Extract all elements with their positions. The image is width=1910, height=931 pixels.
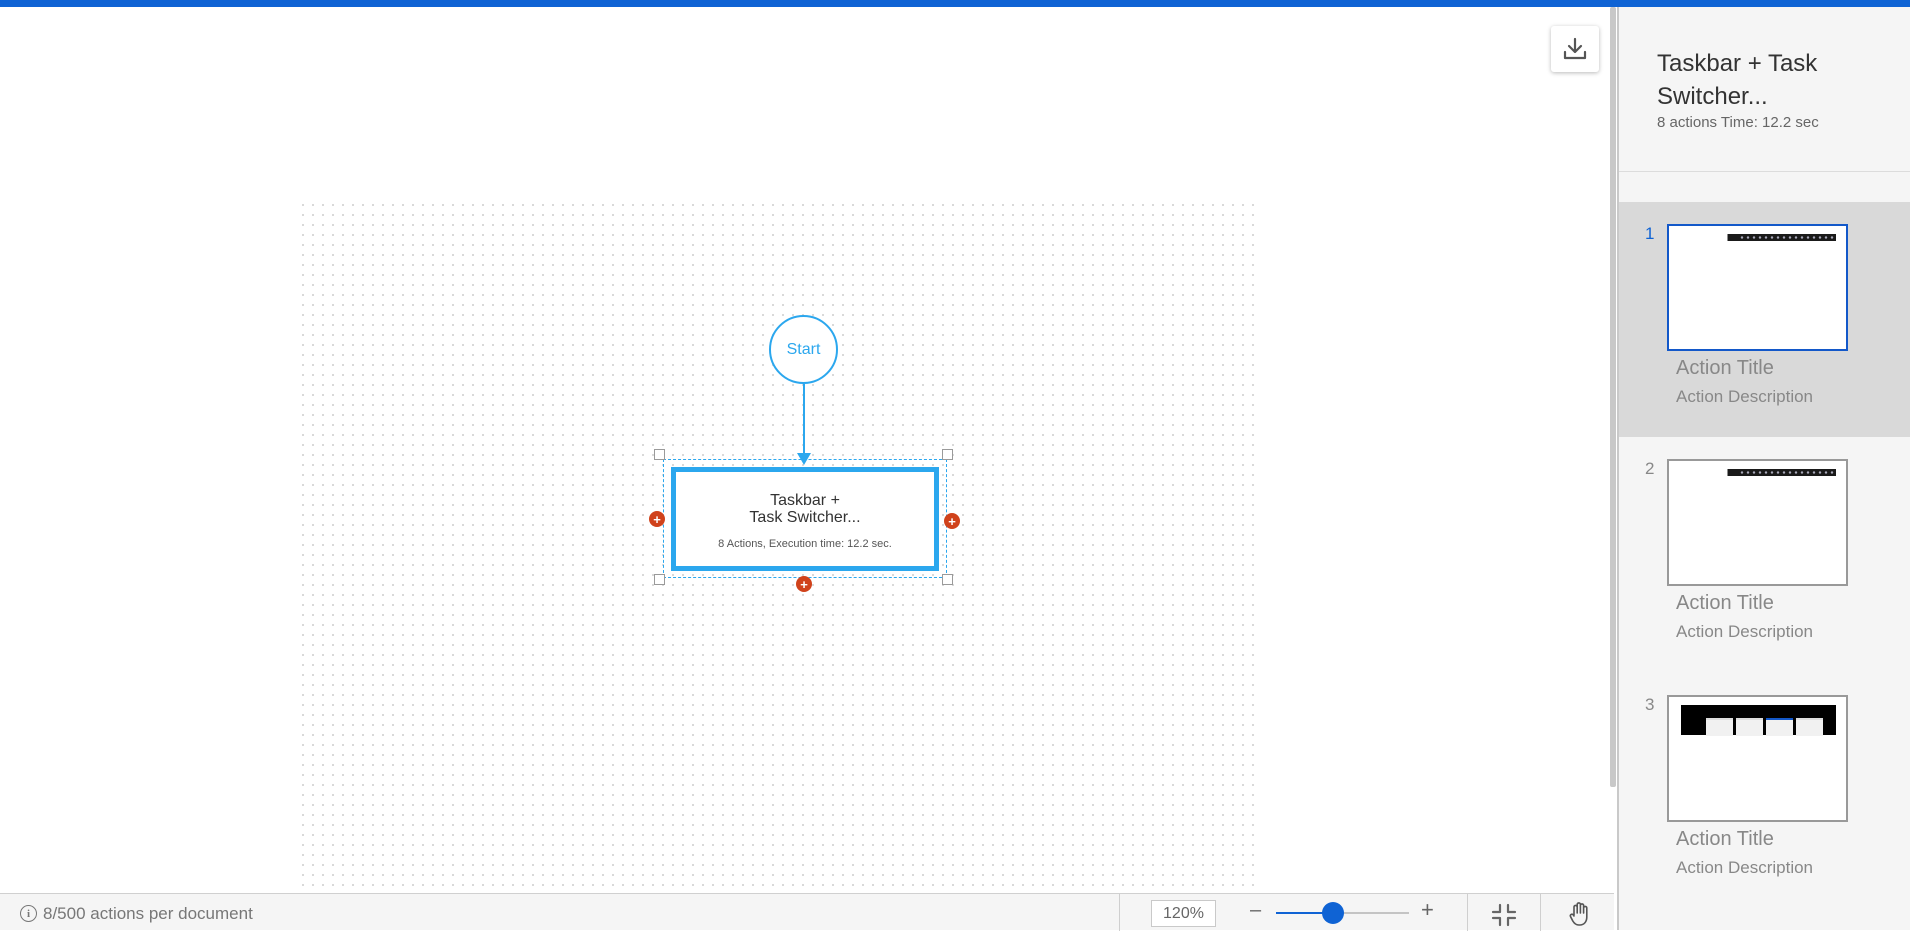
info-icon: i — [20, 905, 37, 922]
thumbnail-task-switcher — [1681, 705, 1836, 736]
action-step[interactable]: 1 Action Title Action Description — [1619, 202, 1910, 437]
status-bar: i 8/500 actions per document 120% – + — [0, 893, 1614, 931]
action-node-title: Taskbar + Task Switcher... — [749, 492, 861, 526]
step-title: Action Title — [1676, 828, 1774, 850]
step-thumbnail — [1667, 459, 1848, 586]
zoom-input[interactable]: 120% — [1151, 900, 1216, 927]
document-title: Taskbar + Task Switcher... — [1657, 50, 1818, 110]
resize-handle-top-left[interactable] — [654, 449, 665, 460]
thumbnail-window — [1706, 718, 1733, 736]
action-node-subtitle: 8 Actions, Execution time: 12.2 sec. — [718, 538, 892, 550]
download-button[interactable] — [1551, 26, 1599, 72]
actions-count: 8/500 actions per document — [43, 904, 253, 923]
canvas-scrollbar[interactable] — [1610, 7, 1616, 787]
resize-handle-top-right[interactable] — [942, 449, 953, 460]
thumbnail-window — [1766, 718, 1793, 736]
action-node[interactable]: Taskbar + Task Switcher... 8 Actions, Ex… — [671, 467, 939, 571]
step-title: Action Title — [1676, 592, 1774, 614]
zoom-out-button[interactable]: – — [1250, 899, 1261, 922]
zoom-in-button[interactable]: + — [1421, 897, 1434, 923]
step-description: Action Description — [1676, 622, 1814, 641]
divider — [1119, 894, 1120, 931]
actions-panel: Taskbar + Task Switcher... 8 actions Tim… — [1619, 7, 1910, 930]
start-label: Start — [786, 340, 821, 358]
step-number: 1 — [1645, 224, 1655, 243]
start-node[interactable]: Start — [769, 315, 838, 384]
zoom-slider[interactable] — [1276, 902, 1409, 924]
thumbnail-taskbar-icons — [1739, 470, 1834, 475]
flow-canvas[interactable] — [0, 7, 1614, 893]
hand-icon[interactable] — [1566, 900, 1594, 928]
step-title: Action Title — [1676, 357, 1774, 379]
action-step[interactable]: 3 Action Title Action Description — [1619, 673, 1910, 908]
action-step[interactable]: 2 Action Title Action Description — [1619, 437, 1910, 672]
thumbnail-taskbar-icons — [1739, 235, 1834, 240]
document-meta: 8 actions Time: 12.2 sec — [1657, 114, 1819, 131]
add-icon[interactable]: + — [944, 513, 960, 529]
flow-connector — [803, 384, 805, 453]
step-number: 2 — [1645, 459, 1655, 478]
fit-screen-icon[interactable] — [1491, 903, 1517, 927]
thumbnail-window — [1796, 718, 1823, 736]
download-icon — [1563, 37, 1587, 60]
zoom-slider-thumb[interactable] — [1322, 902, 1345, 924]
zoom-value: 120% — [1163, 904, 1204, 922]
top-accent-bar — [0, 0, 1910, 7]
thumbnail-window — [1736, 718, 1763, 736]
step-thumbnail — [1667, 695, 1848, 822]
panel-header-divider — [1619, 171, 1910, 172]
divider — [1540, 894, 1541, 931]
add-icon[interactable]: + — [796, 576, 812, 592]
add-icon[interactable]: + — [649, 511, 665, 527]
resize-handle-bottom-left[interactable] — [654, 574, 665, 585]
step-number: 3 — [1645, 695, 1655, 714]
resize-handle-bottom-right[interactable] — [942, 574, 953, 585]
step-thumbnail — [1667, 224, 1848, 351]
divider — [1467, 894, 1468, 931]
step-description: Action Description — [1676, 858, 1814, 877]
step-description: Action Description — [1676, 387, 1814, 406]
